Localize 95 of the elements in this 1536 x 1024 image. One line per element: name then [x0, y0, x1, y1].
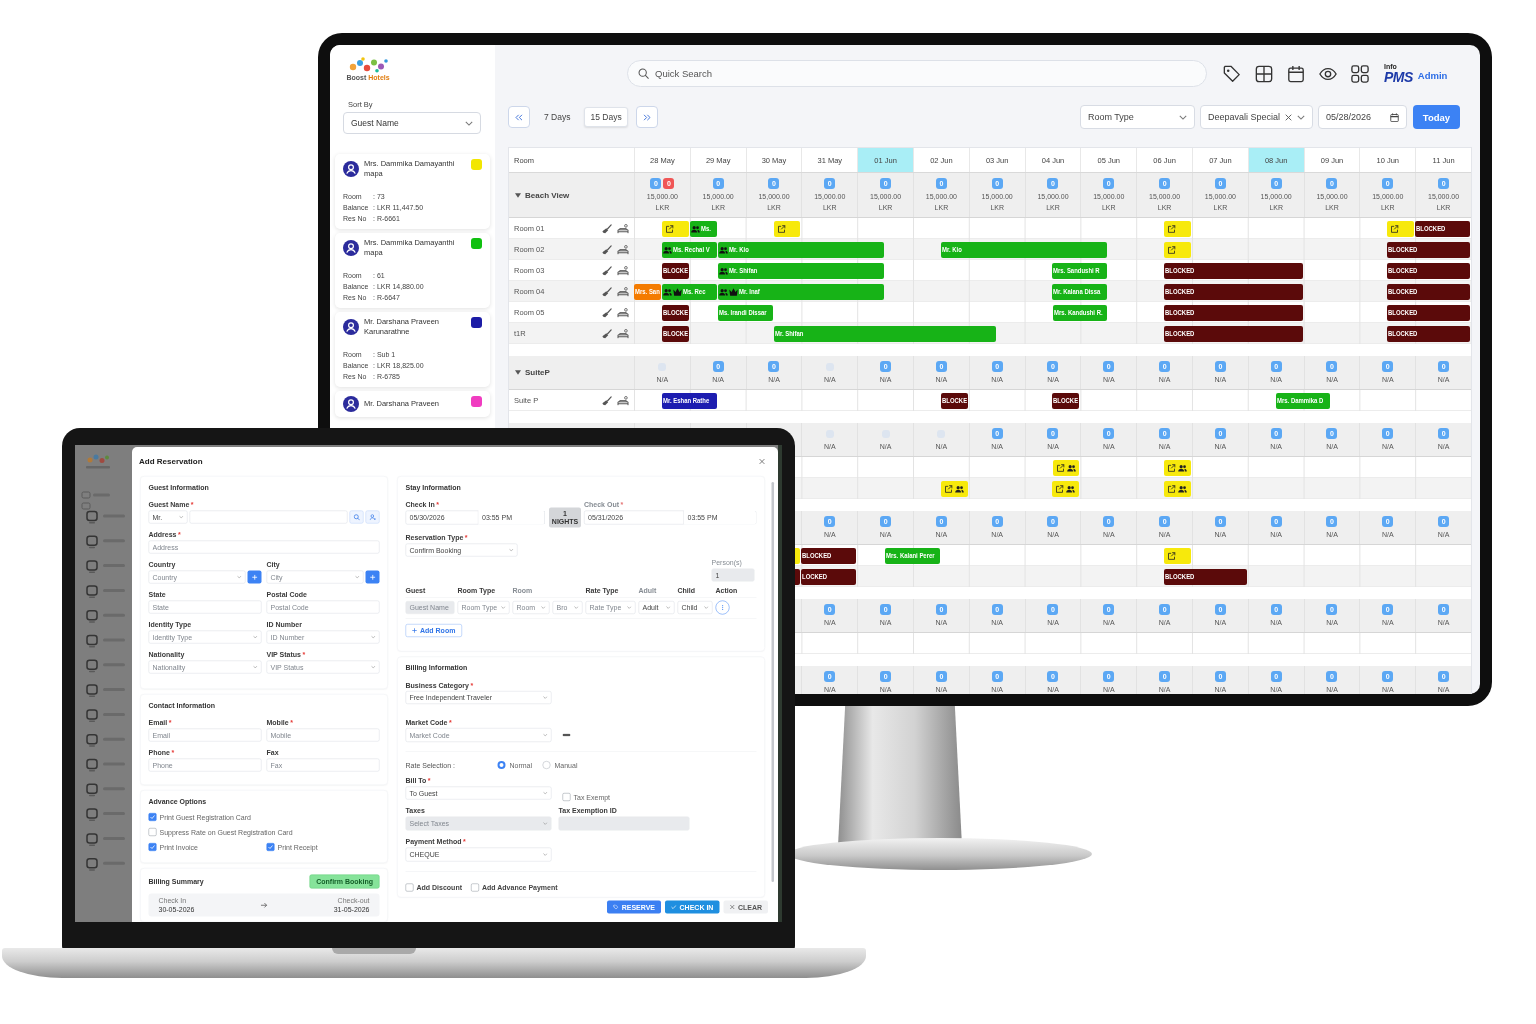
calendar-icon[interactable] — [1287, 64, 1305, 83]
caret-icon[interactable] — [515, 370, 521, 375]
crown-icon — [672, 287, 682, 296]
checkbox[interactable] — [148, 813, 157, 821]
checkbox[interactable] — [471, 883, 479, 892]
crown-icon — [728, 287, 738, 296]
pending-block[interactable] — [661, 220, 689, 237]
people-icon — [954, 484, 964, 493]
box-arrow-icon[interactable] — [776, 224, 786, 233]
group-name: SuiteP — [525, 368, 550, 377]
add-button[interactable] — [247, 570, 262, 584]
box-arrow-icon[interactable] — [1167, 484, 1177, 493]
avatar-icon — [343, 319, 359, 335]
caret-icon — [465, 120, 473, 126]
bed-icon[interactable] — [617, 286, 629, 297]
broom-icon[interactable] — [602, 265, 612, 276]
broom-icon[interactable] — [602, 223, 612, 234]
user-name[interactable]: Admin — [1417, 70, 1448, 81]
double-chevron-right-icon — [642, 113, 651, 121]
box-arrow-icon[interactable] — [1167, 551, 1177, 560]
calendar-icon[interactable] — [1390, 112, 1399, 122]
bed-icon[interactable] — [617, 223, 629, 234]
people-icon — [662, 287, 672, 296]
box-arrow-icon[interactable] — [1167, 224, 1177, 233]
people-icon — [718, 266, 728, 275]
avatar-icon — [343, 240, 359, 256]
bed-icon[interactable] — [617, 307, 629, 318]
search-icon — [638, 68, 649, 79]
bed-icon[interactable] — [617, 265, 629, 276]
people-icon — [690, 224, 700, 233]
box-arrow-icon[interactable] — [943, 484, 953, 493]
box-arrow-icon[interactable] — [1167, 463, 1177, 472]
dash-icon[interactable] — [562, 733, 571, 737]
filter-select[interactable]: Deepavali Special — [1199, 105, 1313, 129]
pending-block[interactable] — [1387, 220, 1415, 237]
range-tab[interactable]: 15 Days — [584, 107, 628, 127]
box-arrow-icon[interactable] — [1055, 463, 1065, 472]
double-chevron-left-icon — [515, 113, 523, 121]
pending-block[interactable] — [1164, 480, 1191, 497]
range-tab[interactable]: 7 Days — [538, 107, 577, 127]
people-icon — [1066, 463, 1076, 472]
radio-button[interactable] — [542, 761, 551, 769]
date-field[interactable]: 05/28/2026 — [1318, 105, 1407, 129]
box-arrow-icon[interactable] — [1167, 245, 1177, 254]
caret-icon — [1297, 114, 1305, 120]
box-arrow-icon[interactable] — [664, 224, 674, 233]
people-icon — [718, 245, 728, 254]
bed-icon[interactable] — [617, 328, 629, 339]
avatar-icon — [343, 161, 359, 177]
caret-icon — [1178, 114, 1187, 120]
pending-block[interactable] — [940, 480, 968, 497]
broom-icon[interactable] — [602, 328, 612, 339]
checkbox[interactable] — [405, 883, 414, 892]
scrollbar[interactable] — [771, 482, 774, 882]
people-icon — [1178, 463, 1188, 472]
sort-select[interactable]: Guest Name — [343, 112, 481, 134]
broom-icon[interactable] — [602, 307, 612, 318]
people-icon — [1178, 484, 1188, 493]
group-name: Beach View — [525, 190, 570, 200]
people-icon — [662, 245, 672, 254]
pending-block[interactable] — [1052, 459, 1080, 476]
bed-icon[interactable] — [617, 395, 629, 406]
tag-icon[interactable] — [1223, 64, 1241, 83]
pending-block[interactable] — [1164, 220, 1191, 237]
pending-block[interactable] — [1164, 547, 1191, 564]
broom-icon[interactable] — [602, 395, 612, 406]
broom-icon[interactable] — [602, 286, 612, 297]
radio-button[interactable] — [497, 761, 506, 769]
square-grid-icon[interactable] — [1255, 64, 1273, 83]
four-squares-icon[interactable] — [1351, 64, 1369, 83]
checkbox[interactable] — [266, 843, 275, 851]
people-icon — [1066, 484, 1076, 493]
today-button[interactable]: Today — [1413, 105, 1460, 129]
broom-icon[interactable] — [602, 244, 612, 255]
vertical-dots-icon — [721, 604, 724, 611]
box-arrow-icon[interactable] — [1055, 484, 1065, 493]
text-field[interactable] — [189, 510, 348, 524]
checkbox[interactable] — [148, 843, 157, 851]
pending-block[interactable] — [1052, 480, 1080, 497]
pending-block[interactable] — [773, 220, 801, 237]
checkbox[interactable] — [148, 828, 157, 836]
search-field[interactable]: Quick Search — [627, 60, 1207, 87]
logo-text: PMS — [1384, 70, 1413, 84]
bed-icon[interactable] — [617, 244, 629, 255]
pending-block[interactable] — [1164, 459, 1191, 476]
checkbox[interactable] — [562, 793, 571, 801]
add-button[interactable] — [365, 570, 380, 584]
filter-select[interactable]: Room Type — [1079, 105, 1195, 129]
box-arrow-icon[interactable] — [1390, 224, 1400, 233]
caret-icon[interactable] — [515, 192, 521, 198]
people-icon — [718, 287, 728, 296]
avatar-icon — [343, 396, 359, 412]
clear-icon[interactable] — [1285, 113, 1292, 121]
dialog-title: Add Reservation — [139, 457, 203, 466]
logo-icon — [348, 57, 388, 73]
